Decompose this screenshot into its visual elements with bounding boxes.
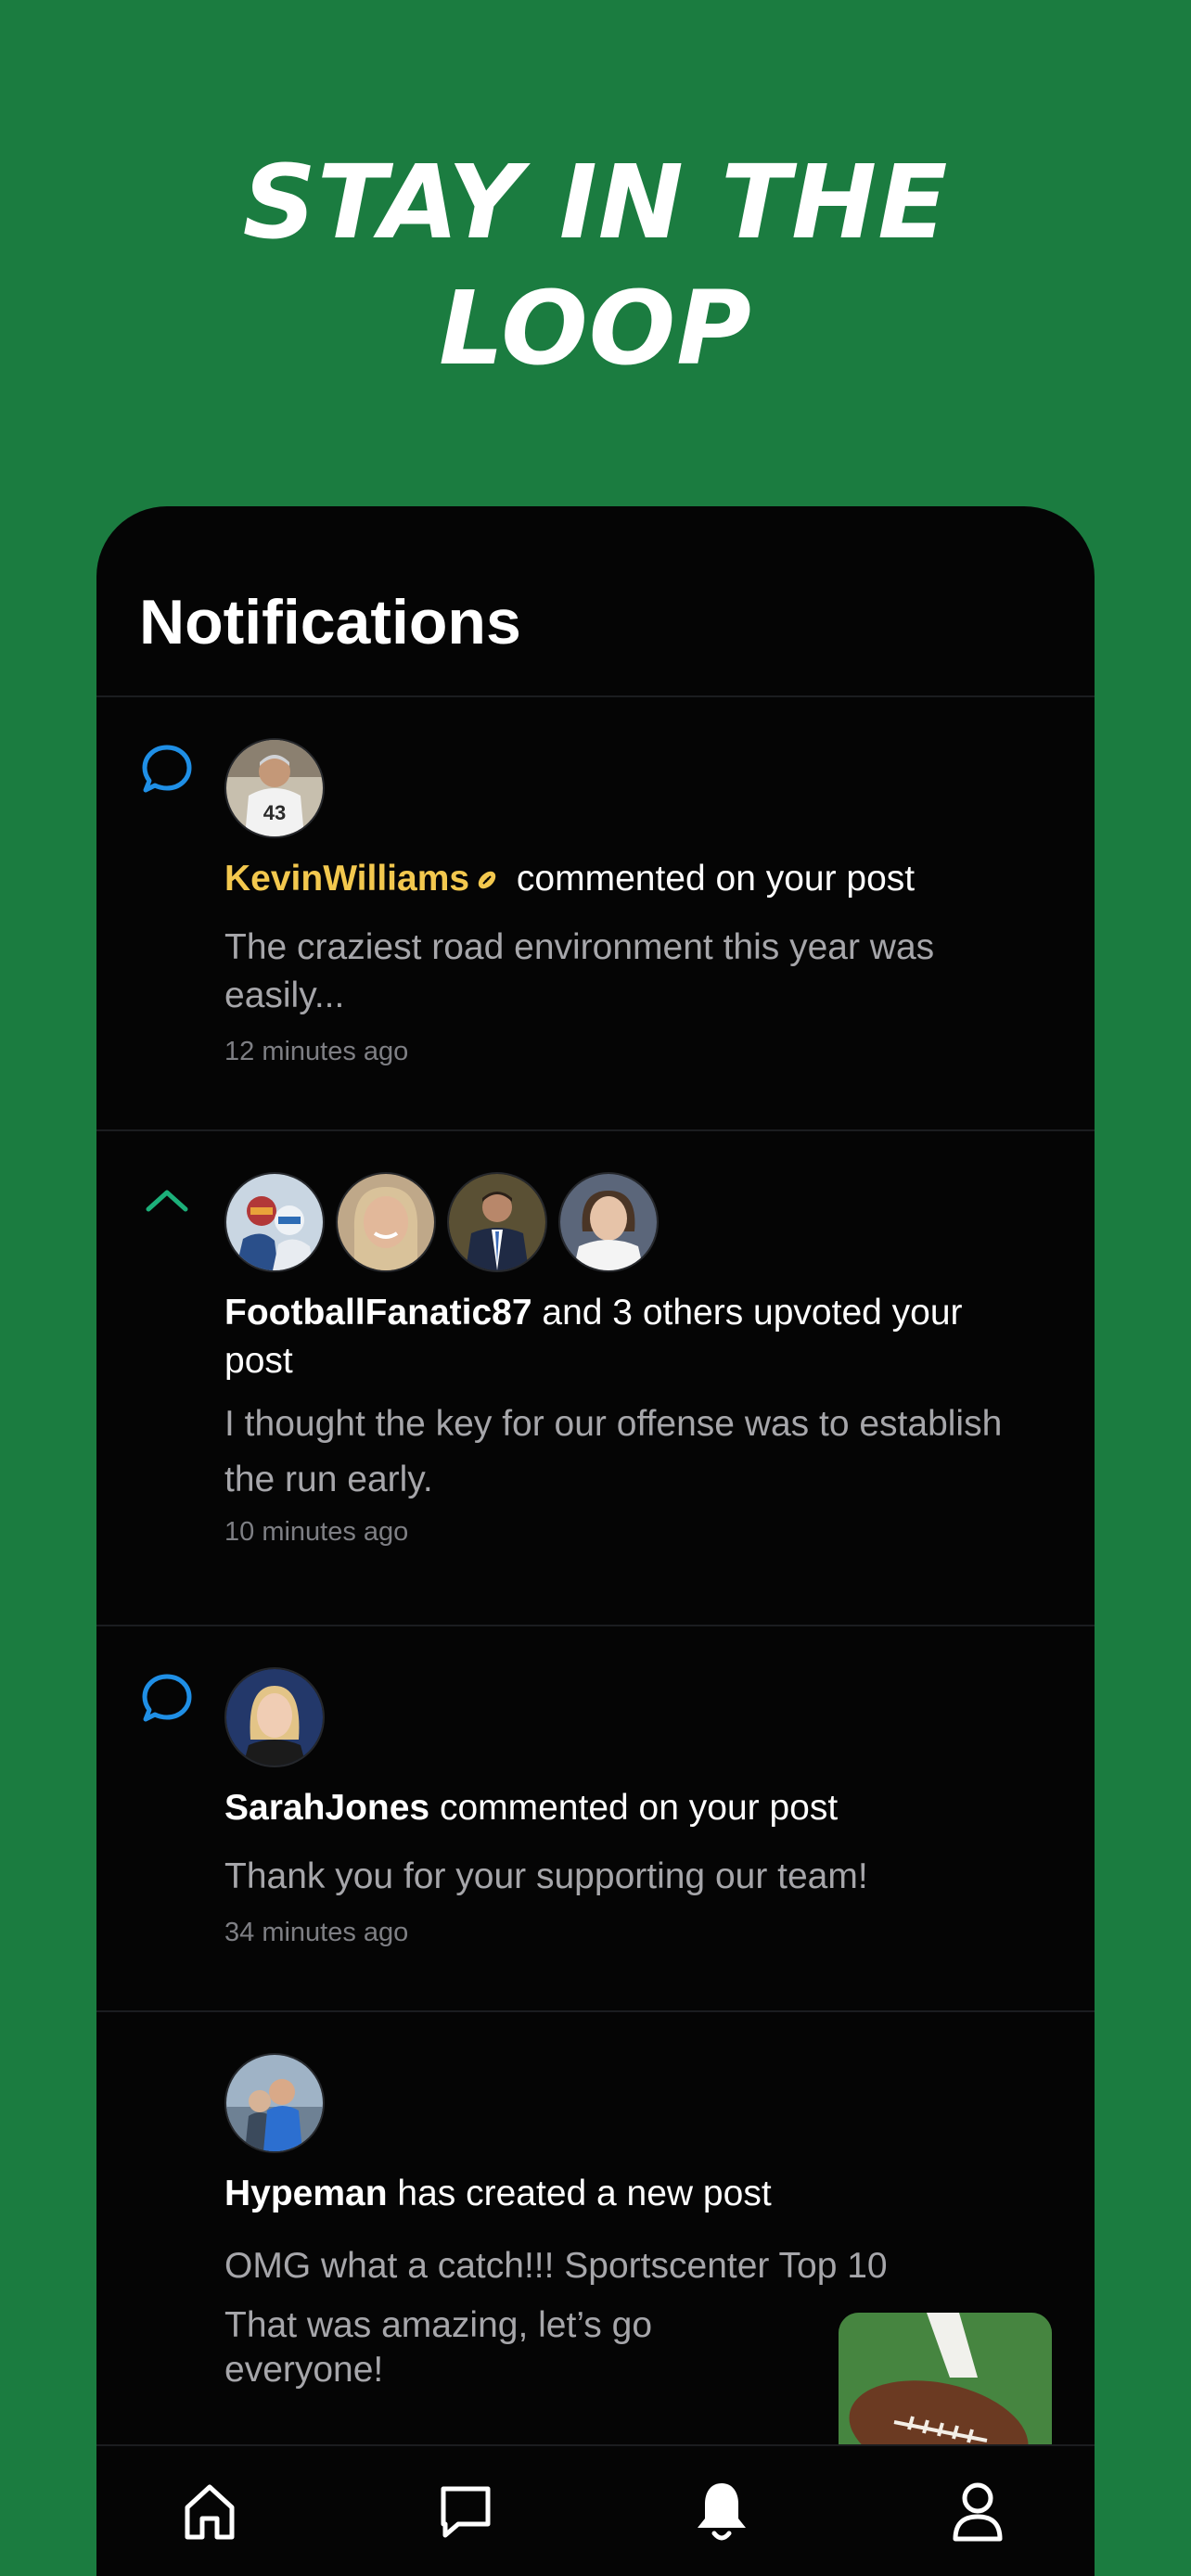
chat-icon[interactable] xyxy=(436,2478,495,2544)
notification-action: commented on your post xyxy=(506,859,916,899)
avatar[interactable]: 43 xyxy=(224,738,325,838)
notification-action: has created a new post xyxy=(387,2174,772,2213)
comment-bubble-icon xyxy=(142,745,192,793)
home-icon[interactable] xyxy=(180,2478,239,2544)
timestamp: 34 minutes ago xyxy=(224,1918,409,1947)
notification-item[interactable]: FootballFanatic87 and 3 others upvoted y… xyxy=(96,1172,1095,1552)
avatar[interactable] xyxy=(558,1172,659,1272)
comment-bubble-icon xyxy=(142,1674,192,1722)
phone-screen: Notifications 43 KevinWilliams commented… xyxy=(96,506,1095,2576)
username[interactable]: FootballFanatic87 xyxy=(224,1293,532,1333)
notification-text: KevinWilliams commented on your post xyxy=(224,855,1041,903)
bell-icon[interactable] xyxy=(692,2478,751,2544)
post-title: OMG what a catch!!! Sportscenter Top 10 xyxy=(224,2246,888,2286)
tab-bar xyxy=(96,2444,1095,2576)
avatar[interactable] xyxy=(224,1667,325,1767)
notification-body: I thought the key for our offense was to… xyxy=(224,1404,1003,1499)
svg-text:43: 43 xyxy=(263,801,286,824)
notification-item[interactable]: SarahJones commented on your post Thank … xyxy=(96,1667,1095,1992)
football-badge-icon xyxy=(478,871,496,889)
divider xyxy=(96,1625,1095,1626)
avatar-group: 43 xyxy=(224,738,325,838)
avatar[interactable] xyxy=(224,1172,325,1272)
avatar[interactable] xyxy=(447,1172,547,1272)
headline: STAY IN THE LOOP xyxy=(0,139,1191,391)
avatar-group xyxy=(224,1667,325,1767)
headline-line-1: STAY IN THE xyxy=(242,143,949,261)
avatar[interactable] xyxy=(336,1172,436,1272)
profile-icon[interactable] xyxy=(948,2478,1007,2544)
notification-action: commented on your post xyxy=(429,1788,839,1828)
avatar-group xyxy=(224,1172,659,1272)
page-title: Notifications xyxy=(139,587,521,657)
divider xyxy=(96,1129,1095,1131)
username[interactable]: SarahJones xyxy=(224,1788,429,1828)
timestamp: 10 minutes ago xyxy=(224,1517,409,1547)
timestamp: 12 minutes ago xyxy=(224,1037,409,1066)
notification-body: The craziest road environment this year … xyxy=(224,927,935,1015)
username[interactable]: KevinWilliams xyxy=(224,859,469,899)
notification-text: Hypeman has created a new post xyxy=(224,2170,1041,2218)
avatar-group xyxy=(224,2053,325,2153)
notification-body: That was amazing, let’s go everyone! xyxy=(224,2305,653,2390)
username[interactable]: Hypeman xyxy=(224,2174,388,2213)
headline-line-2: LOOP xyxy=(439,269,752,388)
notification-body: Thank you for your supporting our team! xyxy=(224,1856,868,1896)
avatar[interactable] xyxy=(224,2053,325,2153)
divider xyxy=(96,695,1095,697)
notification-item[interactable]: 43 KevinWilliams commented on your post … xyxy=(96,738,1095,1118)
divider xyxy=(96,2010,1095,2012)
upvote-chevron-icon xyxy=(146,1190,188,1212)
notification-text: FootballFanatic87 and 3 others upvoted y… xyxy=(224,1289,1041,1385)
notification-text: SarahJones commented on your post xyxy=(224,1784,1041,1832)
post-thumbnail[interactable] xyxy=(839,2313,1052,2461)
